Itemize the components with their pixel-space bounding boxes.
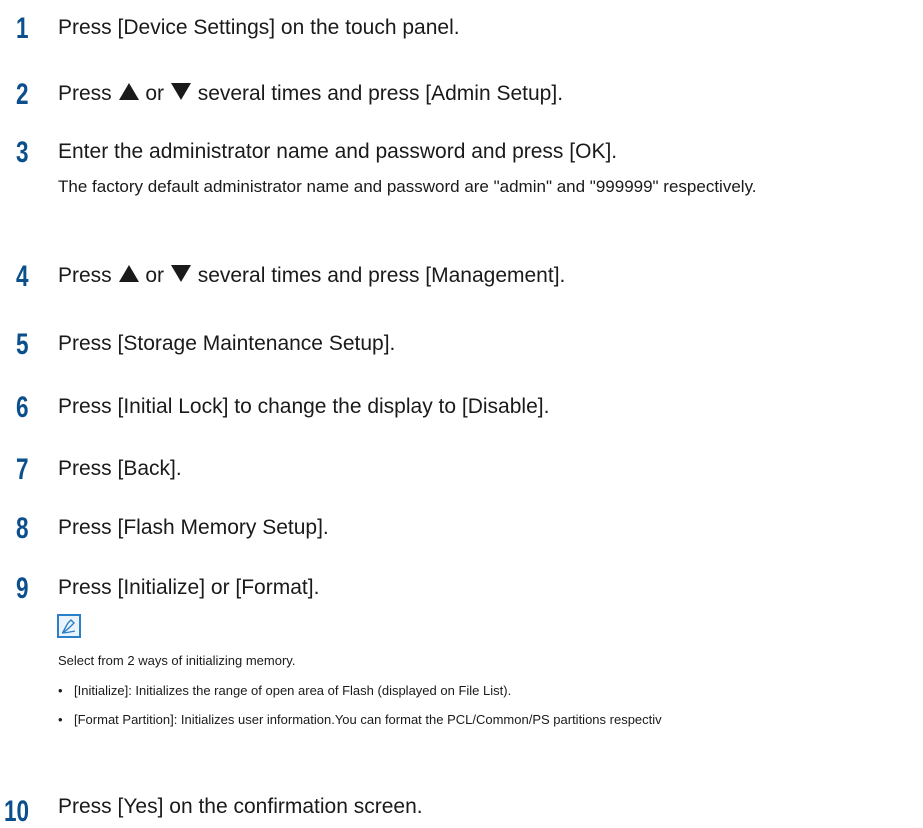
note-bullet: • [Initialize]: Initializes the range of … xyxy=(58,683,511,699)
step-text: Press [Device Settings] on the touch pan… xyxy=(58,16,460,39)
up-arrow-icon xyxy=(118,83,139,100)
step-number: 1 xyxy=(16,12,29,45)
note-bullet-text: [Format Partition]: Initializes user inf… xyxy=(74,712,662,727)
bullet-dot: • xyxy=(58,712,63,727)
step-number: 5 xyxy=(16,328,29,361)
step-text: Press or several times and press [Manage… xyxy=(58,264,565,288)
step-text: Press [Initial Lock] to change the displ… xyxy=(58,395,550,418)
memo-pencil-icon xyxy=(57,614,81,638)
step-text: Press [Back]. xyxy=(58,457,182,480)
step-number: 6 xyxy=(16,391,29,424)
up-arrow-icon xyxy=(118,265,139,282)
step-text-post: several times and press [Admin Setup]. xyxy=(191,82,564,105)
down-arrow-icon xyxy=(170,265,191,282)
bullet-dot: • xyxy=(58,683,63,698)
step-number: 10 xyxy=(4,795,30,828)
step-text: Enter the administrator name and passwor… xyxy=(58,140,618,163)
step-text: Press [Yes] on the confirmation screen. xyxy=(58,795,423,818)
step-text-mid: or xyxy=(139,264,170,287)
step-text: Press [Flash Memory Setup]. xyxy=(58,516,329,539)
step-number: 8 xyxy=(16,512,29,545)
step-number: 3 xyxy=(16,136,29,169)
step-text: Press [Storage Maintenance Setup]. xyxy=(58,332,396,355)
step-subtext: The factory default administrator name a… xyxy=(58,177,757,196)
step-text-post: several times and press [Management]. xyxy=(191,264,566,287)
note-bullet-text: [Initialize]: Initializes the range of o… xyxy=(74,683,512,698)
step-number: 4 xyxy=(16,260,29,293)
down-arrow-icon xyxy=(170,83,191,100)
step-text-pre: Press xyxy=(58,82,118,105)
step-number: 2 xyxy=(16,78,29,111)
step-text: Press [Initialize] or [Format]. xyxy=(58,576,320,599)
step-number: 7 xyxy=(16,453,29,486)
step-number: 9 xyxy=(16,572,29,605)
step-text-pre: Press xyxy=(58,264,118,287)
note-text: Select from 2 ways of initializing memor… xyxy=(58,653,296,668)
step-text: Press or several times and press [Admin … xyxy=(58,82,563,106)
note-bullet: • [Format Partition]: Initializes user in… xyxy=(58,712,662,728)
step-text-mid: or xyxy=(139,82,170,105)
